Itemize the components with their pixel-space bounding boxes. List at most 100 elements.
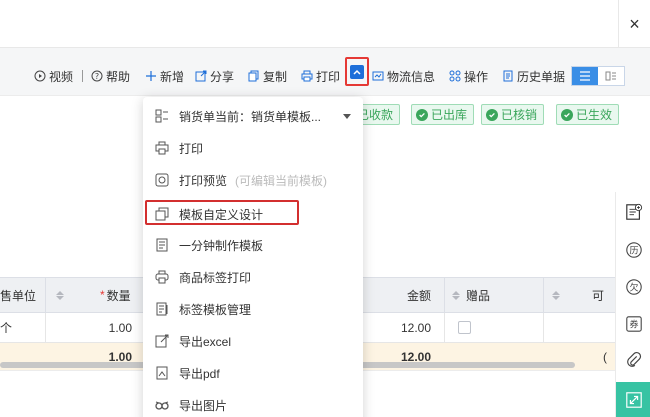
svg-text:券: 券 [629,319,638,331]
header-amount[interactable]: 金额 [363,278,443,312]
close-button[interactable]: × [618,0,650,48]
share-button[interactable]: 分享 [195,66,234,86]
quick-template-icon [155,238,169,252]
owe-button[interactable]: 欠 [616,271,650,303]
status-badge: 已核销 [481,104,545,125]
card-view-icon [605,71,616,81]
menu-item-export-excel[interactable]: 导出excel [143,325,363,357]
copy-icon [248,70,260,82]
export-pdf-icon [155,366,169,380]
share-label: 分享 [210,69,235,84]
sort-icon [56,290,64,300]
menu-item-quick-template[interactable]: 一分钟制作模板 [143,229,363,261]
cell-unit[interactable]: 个 [0,313,45,342]
badge-label: 已生效 [576,108,613,122]
menu-item-print[interactable]: 打印 [143,132,363,164]
card-view-button[interactable] [598,67,624,85]
print-dropdown-toggle[interactable] [345,57,369,86]
note-button[interactable] [616,196,650,228]
cell-amount[interactable]: 12.00 [363,313,443,342]
list-view-button[interactable] [572,67,598,85]
copy-button[interactable]: 复制 [248,66,287,86]
close-icon: × [629,13,640,34]
video-button[interactable]: 视频 [34,66,73,86]
status-badge: 已出库 [411,104,475,125]
menu-item-label-print[interactable]: 商品标签打印 [143,261,363,293]
menu-item-print-preview[interactable]: 打印预览 (可编辑当前模板) [143,164,363,196]
check-icon [486,108,498,121]
add-label: 新增 [160,69,185,84]
add-button[interactable]: 新增 [145,66,184,86]
header-unit: 售单位 [0,288,37,303]
window-header [0,0,650,48]
paperclip-icon [626,352,641,367]
right-sidebar: 历 欠 券 [615,192,650,417]
badge-label: 已出库 [431,108,468,122]
copy-label: 复制 [263,69,288,84]
svg-text:欠: 欠 [629,282,638,294]
print-dropdown-menu: 销货单当前：销货单模板... 打印 打印预览 (可编辑当前模板) 模板自定义设计… [143,97,363,417]
export-excel-icon [155,334,169,348]
help-label: 帮助 [106,69,131,84]
owe-icon: 欠 [625,279,642,295]
check-icon [416,108,428,121]
share-icon [195,70,207,82]
history-button[interactable]: 历史单据 [502,66,565,86]
header-qty[interactable]: * 数量 [56,278,136,312]
video-label: 视频 [49,69,74,84]
svg-text:历: 历 [629,246,638,257]
document-icon [502,70,514,82]
label-manage-icon [155,302,169,316]
caret-down-icon [343,114,351,119]
check-icon [561,108,573,121]
expand-icon [625,391,642,408]
gift-checkbox[interactable] [458,313,478,342]
print-label: 打印 [316,69,341,84]
logistics-button[interactable]: 物流信息 [372,66,435,86]
print-button[interactable]: 打印 [301,66,340,86]
operate-label: 操作 [464,69,489,84]
coupon-icon: 券 [625,316,642,332]
svg-text:?: ? [95,72,99,81]
logistics-icon [372,70,384,82]
header-last[interactable]: 可 [552,278,615,312]
menu-item-export-image[interactable]: 导出图片 [143,389,363,417]
toolbar: 视频 ? 帮助 新增 分享 复制 打印 物流信息 操作 历史单据 [0,66,650,86]
template-select[interactable]: 销货单当前：销货单模板... [143,100,363,132]
logistics-label: 物流信息 [387,69,436,84]
help-icon: ? [91,70,103,82]
list-view-icon [580,71,590,81]
badge-label: 已核销 [501,108,538,122]
sort-icon [452,290,460,300]
menu-item-label-manage[interactable]: 标签模板管理 [143,293,363,325]
chevron-up-icon [350,64,364,79]
cell-qty[interactable]: 1.00 [46,313,132,342]
operate-button[interactable]: 操作 [449,66,488,86]
printer-icon [301,70,313,82]
plus-icon [145,70,157,82]
play-circle-icon [34,70,46,82]
menu-item-export-pdf[interactable]: 导出pdf [143,357,363,389]
preview-icon [155,173,169,187]
history-side-button[interactable]: 历 [616,234,650,266]
view-toggle [571,66,625,86]
expand-side-button[interactable] [616,382,650,417]
history-icon: 历 [625,242,642,258]
history-label: 历史单据 [517,69,566,84]
grid-icon [449,70,461,82]
printer-icon [155,141,169,155]
template-select-label: 销货单当前：销货单模板... [179,109,322,124]
total-last: ( [603,349,607,364]
toolbar-divider [82,70,83,82]
help-button[interactable]: ? 帮助 [91,66,130,86]
status-badge: 已生效 [556,104,620,125]
label-print-icon [155,270,169,284]
header-gift[interactable]: 赠品 [452,278,542,312]
note-icon [625,203,642,220]
highlight-box [145,200,299,225]
template-icon [155,109,169,123]
sort-icon [552,290,560,300]
coupon-button[interactable]: 券 [616,308,650,340]
export-image-icon [155,398,169,412]
attachment-button[interactable] [616,344,650,376]
